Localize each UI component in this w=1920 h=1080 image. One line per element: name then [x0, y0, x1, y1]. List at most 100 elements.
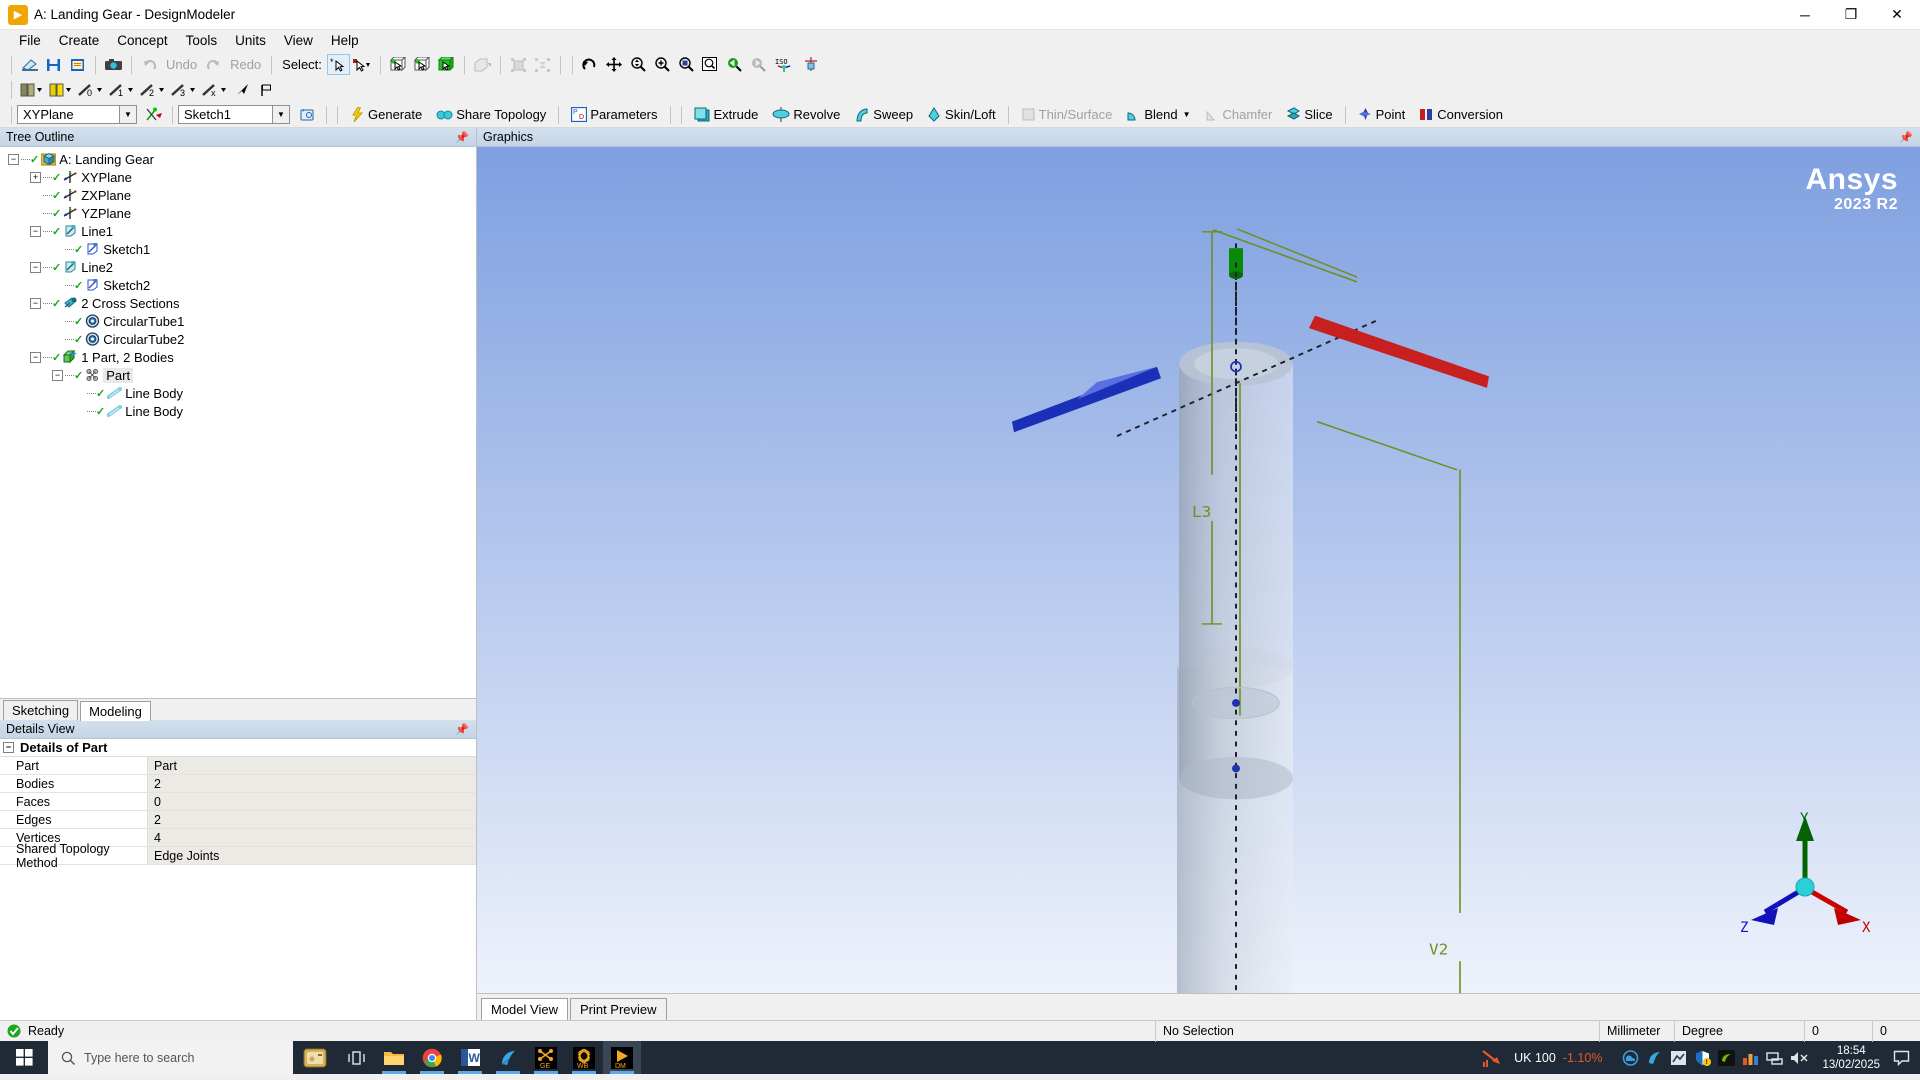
tree-item-zxplane[interactable]: ✓ ZXPlane	[0, 186, 476, 204]
menu-units[interactable]: Units	[226, 31, 275, 50]
pin-icon[interactable]: 📌	[455, 723, 469, 736]
chrome-icon[interactable]	[413, 1041, 451, 1074]
menu-create[interactable]: Create	[50, 31, 109, 50]
extrude-button[interactable]: Extrude	[687, 104, 766, 125]
revolve-button[interactable]: Revolve	[765, 104, 847, 125]
box-zoom-icon[interactable]	[675, 54, 698, 75]
search-input[interactable]: Type here to search	[48, 1041, 293, 1074]
onedrive-icon[interactable]	[1622, 1049, 1639, 1066]
plane-selector[interactable]: XYPlane ▼	[17, 105, 137, 124]
zoom-icon[interactable]	[627, 54, 650, 75]
ansys-workbench-launcher-icon[interactable]	[489, 1041, 527, 1074]
word-icon[interactable]: W	[451, 1041, 489, 1074]
network-icon[interactable]	[1766, 1050, 1784, 1066]
new-plane-icon[interactable]	[18, 79, 46, 100]
volume-muted-icon[interactable]	[1790, 1050, 1809, 1066]
menu-file[interactable]: File	[10, 31, 50, 50]
details-row[interactable]: Bodies 2	[0, 775, 476, 793]
share-topology-button[interactable]: Share Topology	[429, 104, 553, 125]
collapse-icon[interactable]: −	[8, 153, 19, 165]
details-row-value[interactable]: Part	[148, 757, 476, 774]
tab-model-view[interactable]: Model View	[481, 998, 568, 1020]
windows-icon[interactable]	[0, 1041, 48, 1074]
details-row[interactable]: Shared Topology Method Edge Joints	[0, 842, 476, 870]
clock[interactable]: 18:54 13/02/2025	[1816, 1044, 1886, 1072]
ansys-icon[interactable]	[1646, 1050, 1663, 1066]
slice-button[interactable]: Slice	[1279, 104, 1339, 125]
dimension-label-V2[interactable]: V2	[1429, 940, 1448, 959]
tab-print-preview[interactable]: Print Preview	[569, 998, 667, 1020]
dimension-label-L3[interactable]: L3	[1192, 502, 1211, 521]
pin-icon[interactable]: 📌	[1899, 131, 1913, 144]
details-row-value[interactable]: Edge Joints	[148, 847, 476, 864]
pin-icon[interactable]: 📌	[455, 131, 469, 144]
tree-item-sketch1[interactable]: ✓ Sketch1	[0, 240, 476, 258]
details-row-value[interactable]: 2	[148, 775, 476, 792]
collapse-icon[interactable]: −	[3, 742, 14, 753]
new-sketch-from-plane-icon[interactable]	[141, 104, 167, 125]
sketch-dim-2-icon[interactable]: 2	[138, 79, 168, 100]
blend-button[interactable]: Blend ▼	[1119, 104, 1197, 125]
workbench-icon[interactable]: WB	[565, 1041, 603, 1074]
tree-item-circulartube1[interactable]: ✓ CircularTube1	[0, 312, 476, 330]
flag-icon[interactable]	[255, 79, 278, 100]
file-explorer-icon[interactable]	[375, 1041, 413, 1074]
select-bodies-icon[interactable]	[387, 54, 410, 75]
select-box-icon[interactable]	[351, 54, 374, 75]
rotate-icon[interactable]	[579, 54, 602, 75]
chevron-down-icon[interactable]: ▼	[119, 106, 136, 123]
minimize-button[interactable]: ─	[1782, 0, 1828, 30]
pan-icon[interactable]	[603, 54, 626, 75]
save-icon[interactable]	[42, 54, 65, 75]
chevron-down-icon[interactable]: ▼	[272, 106, 289, 123]
tab-modeling[interactable]: Modeling	[80, 701, 151, 721]
details-row-value[interactable]: 4	[148, 829, 476, 846]
tab-sketching[interactable]: Sketching	[3, 700, 79, 720]
details-row[interactable]: Faces 0	[0, 793, 476, 811]
details-row[interactable]: Part Part	[0, 757, 476, 775]
tree-item-part[interactable]: − ✓ Part	[0, 366, 476, 384]
new-icon[interactable]	[18, 54, 41, 75]
previous-view-icon[interactable]	[723, 54, 746, 75]
tree-item-line1[interactable]: − ✓ Line1	[0, 222, 476, 240]
zoom-to-fit-icon[interactable]	[699, 54, 722, 75]
viewport-3d[interactable]: L3 V2 Ansys 2023 R2 Y X Z	[477, 147, 1920, 993]
new-sketch-icon[interactable]: *	[295, 104, 321, 125]
conversion-button[interactable]: Conversion	[1412, 104, 1510, 125]
task-view-icon[interactable]	[337, 1041, 375, 1074]
tree-item-2-cross-sections[interactable]: − ✓ 2 Cross Sections	[0, 294, 476, 312]
sketch-selector[interactable]: Sketch1 ▼	[178, 105, 290, 124]
select-single-icon[interactable]: *	[326, 54, 350, 75]
tree-item-1-part-2-bodies[interactable]: − ✓ 1 Part, 2 Bodies	[0, 348, 476, 366]
designmodeler-icon[interactable]: DM	[603, 1041, 641, 1074]
edge-icon[interactable]	[1670, 1050, 1687, 1066]
action-center-icon[interactable]	[1893, 1050, 1910, 1066]
details-row-value[interactable]: 2	[148, 811, 476, 828]
iso-view-icon[interactable]: ISO	[771, 54, 799, 75]
collapse-icon[interactable]: −	[30, 225, 41, 237]
zoom-in-icon[interactable]	[651, 54, 674, 75]
parameters-button[interactable]: PD Parameters	[564, 104, 664, 125]
arrow-icon[interactable]	[231, 79, 254, 100]
new-sketch-icon[interactable]	[47, 79, 75, 100]
menu-help[interactable]: Help	[322, 31, 368, 50]
sketch-dim-1-icon[interactable]: 1	[107, 79, 137, 100]
details-row[interactable]: Edges 2	[0, 811, 476, 829]
select-edges-icon[interactable]	[435, 54, 458, 75]
geometry-editor-icon[interactable]: GE	[527, 1041, 565, 1074]
menu-view[interactable]: View	[275, 31, 322, 50]
point-button[interactable]: Point	[1351, 104, 1413, 125]
stock-label[interactable]: UK 100	[1514, 1051, 1556, 1065]
stats-icon[interactable]	[1742, 1050, 1759, 1066]
collapse-icon[interactable]: −	[30, 261, 41, 273]
axis-triad[interactable]: Y X Z	[1735, 808, 1875, 938]
menu-concept[interactable]: Concept	[108, 31, 176, 50]
tree-item-xyplane[interactable]: + ✓ XYPlane	[0, 168, 476, 186]
details-row-value[interactable]: 0	[148, 793, 476, 810]
collapse-icon[interactable]: −	[30, 297, 41, 309]
cortana-icon[interactable]	[293, 1041, 337, 1074]
tree-item-line-body[interactable]: ✓ Line Body	[0, 402, 476, 420]
collapse-icon[interactable]: −	[52, 369, 63, 381]
maximize-button[interactable]: ❐	[1828, 0, 1874, 30]
skin-loft-button[interactable]: Skin/Loft	[920, 104, 1003, 125]
